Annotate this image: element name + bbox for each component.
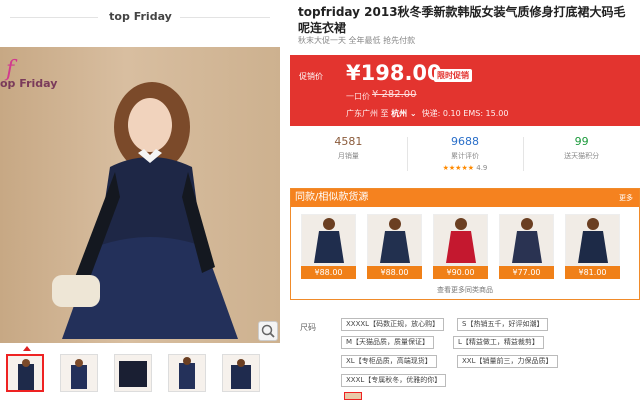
view-all-link[interactable]: 查看更多同类商品 (291, 285, 639, 295)
similar-products: 同款/相似款货源 更多 ¥88.00 ¥88.00 ¥90.00 ¥77.00 ¥81.… (290, 188, 640, 300)
size-option[interactable]: XXXXL【码数正规，放心购】 (341, 318, 445, 331)
active-thumb-arrow-icon (23, 346, 31, 351)
shipping-destination-select[interactable]: 杭州 ⌄ (391, 109, 417, 118)
thumbnail-3[interactable] (114, 354, 152, 392)
thumbnail-4[interactable] (168, 354, 206, 392)
shop-header: top Friday (0, 0, 281, 36)
more-link[interactable]: 更多 (619, 189, 633, 207)
review-count[interactable]: 9688 累计评价 ★★★★★ 4.9 (406, 133, 524, 177)
similar-item-price: ¥77.00 (499, 266, 554, 279)
similar-item-image[interactable] (499, 214, 554, 266)
similar-item[interactable]: ¥88.00 (367, 214, 422, 279)
monthly-sales: 4581 月销量 (334, 135, 363, 160)
size-option[interactable]: M【天猫品质，质量保证】 (341, 336, 435, 349)
magnifier-icon (261, 324, 275, 338)
thumbnail-strip (6, 354, 260, 392)
similar-item-image[interactable] (433, 214, 488, 266)
shipping-info: 广东广州 至 杭州 ⌄ 快递: 0.10 EMS: 15.00 (346, 109, 509, 118)
price-label: 促销价 (299, 72, 323, 81)
size-option[interactable]: XXL【销量前三，力保品质】 (457, 355, 558, 368)
color-swatch[interactable] (344, 392, 362, 400)
similar-item-price: ¥90.00 (433, 266, 488, 279)
similar-item[interactable]: ¥90.00 (433, 214, 488, 279)
similar-item-price: ¥81.00 (565, 266, 620, 279)
similar-item-image[interactable] (565, 214, 620, 266)
size-option[interactable]: XXXL【专属秋冬，优雅的你】 (341, 374, 447, 387)
size-label: 尺码 (300, 323, 316, 332)
similar-item-price: ¥88.00 (367, 266, 422, 279)
price-panel: 促销价 ¥198.00 限时促销 一口价 ¥ 282.00 广东广州 至 杭州 … (290, 55, 640, 126)
size-option[interactable]: L【精益做工，精益裁剪】 (453, 336, 544, 349)
product-title: topfriday 2013秋冬季新款韩版女装气质修身打底裙大码毛呢连衣裙 (298, 5, 626, 35)
similar-item[interactable]: ¥81.00 (565, 214, 620, 279)
zoom-button[interactable] (258, 321, 278, 341)
thumbnail-5[interactable] (222, 354, 260, 392)
main-product-image[interactable]: f op Friday (0, 47, 280, 343)
shop-name[interactable]: top Friday (0, 10, 281, 23)
thumbnail-1[interactable] (6, 354, 44, 392)
similar-item-image[interactable] (301, 214, 356, 266)
size-option[interactable]: XL【专柜品质，高端现货】 (341, 355, 437, 368)
product-subtitle: 秋末大促一天 全年最低 抢先付款 (298, 36, 416, 45)
original-price-label: 一口价 (346, 92, 370, 101)
similar-item[interactable]: ¥77.00 (499, 214, 554, 279)
similar-item-image[interactable] (367, 214, 422, 266)
similar-item-price: ¥88.00 (301, 266, 356, 279)
chevron-down-icon: ⌄ (409, 109, 417, 118)
rating-stars-icon: ★★★★★ (442, 164, 475, 172)
current-price: ¥198.00 (346, 61, 442, 85)
model-illustration (52, 82, 238, 339)
sales-stats: 4581 月销量 9688 累计评价 ★★★★★ 4.9 99 送天猫积分 (290, 133, 640, 177)
image-gallery: top Friday f op Friday (0, 0, 281, 400)
thumbnail-2[interactable] (60, 354, 98, 392)
similar-item[interactable]: ¥88.00 (301, 214, 356, 279)
tmall-points: 99 送天猫积分 (523, 133, 640, 177)
original-price: ¥ 282.00 (372, 89, 417, 100)
promo-badge: 限时促销 (434, 69, 472, 82)
similar-title: 同款/相似款货源 (295, 192, 369, 203)
product-info: topfriday 2013秋冬季新款韩版女装气质修身打底裙大码毛呢连衣裙 秋末… (290, 0, 640, 400)
size-option[interactable]: S【热销五千，好评如潮】 (457, 318, 549, 331)
